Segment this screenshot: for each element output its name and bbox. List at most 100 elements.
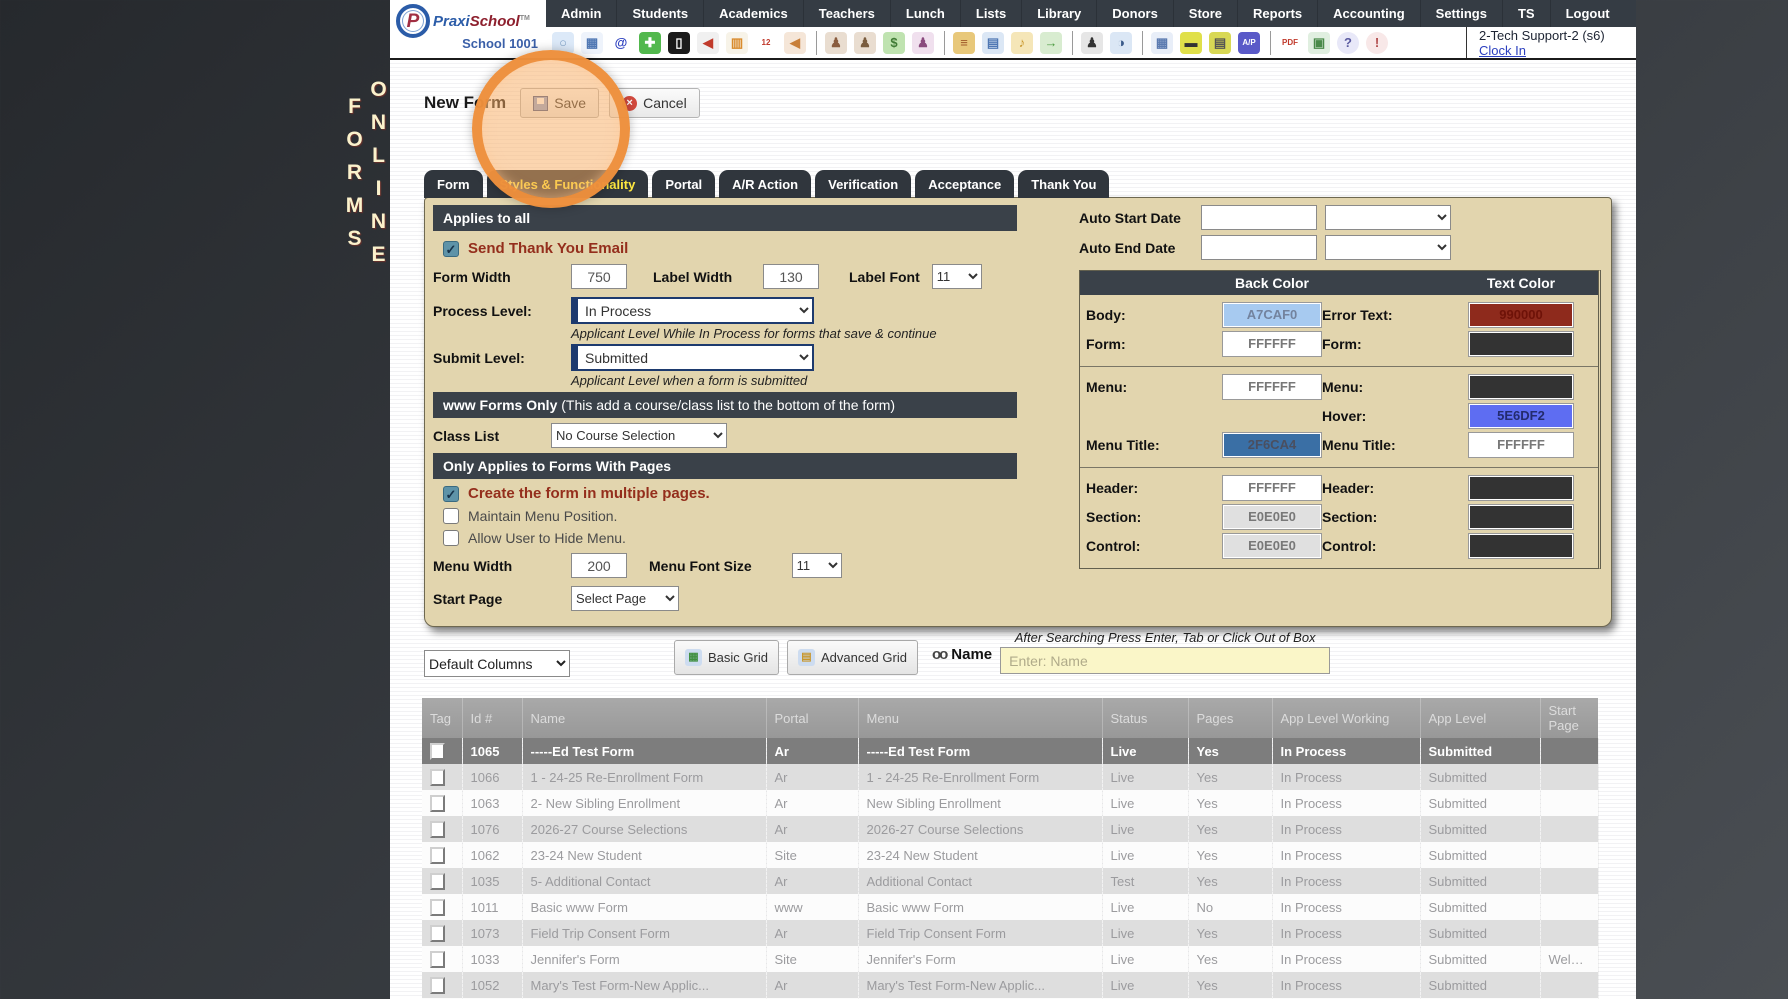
nav-item-logout[interactable]: Logout: [1549, 0, 1625, 27]
text-color-hover-swatch[interactable]: 5E6DF2: [1468, 403, 1574, 429]
grid-col-portal[interactable]: Portal: [766, 698, 859, 738]
grid-row-1063[interactable]: 1063 2- New Sibling Enrollment Ar New Sibli…: [422, 790, 1599, 816]
grid-row-1033[interactable]: 1033 Jennifer's Form Site Jennifer's Form Li…: [422, 946, 1599, 972]
save-button[interactable]: Save: [520, 88, 600, 118]
row-tag-checkbox[interactable]: [430, 898, 445, 916]
row-tag-checkbox[interactable]: [430, 768, 445, 786]
text-color-form-swatch[interactable]: [1468, 331, 1574, 357]
tab-a-r-action[interactable]: A/R Action: [719, 170, 812, 198]
person-icon[interactable]: ♟: [854, 31, 876, 54]
name-search-input[interactable]: [1000, 647, 1331, 674]
row-tag-checkbox[interactable]: [430, 794, 445, 812]
grid-row-1062[interactable]: 1062 23-24 New Student Site 23-24 New Stude…: [422, 842, 1599, 868]
back-color-section-swatch[interactable]: E0E0E0: [1222, 504, 1322, 530]
nav-item-library[interactable]: Library: [1021, 0, 1096, 27]
row-tag-checkbox[interactable]: [430, 924, 445, 942]
label-font-select[interactable]: 11: [931, 264, 982, 289]
export-icon[interactable]: →: [1040, 31, 1062, 54]
tab-acceptance[interactable]: Acceptance: [915, 170, 1015, 198]
grid-row-1035[interactable]: 1035 5- Additional Contact Ar Additional Co…: [422, 868, 1599, 894]
ap-icon[interactable]: A/P: [1238, 31, 1260, 54]
grid-col-app-level-working[interactable]: App Level Working: [1272, 698, 1421, 738]
tab-verification[interactable]: Verification: [815, 170, 912, 198]
text-color-header-swatch[interactable]: [1468, 475, 1574, 501]
money-icon[interactable]: $: [883, 31, 905, 54]
row-tag-checkbox[interactable]: [430, 950, 445, 968]
clock-icon[interactable]: ◑: [1110, 31, 1132, 54]
submit-level-select[interactable]: Submitted: [571, 344, 814, 371]
back-color-header-swatch[interactable]: FFFFFF: [1222, 475, 1322, 501]
chat-icon[interactable]: ✚: [639, 31, 661, 54]
auto-start-date-input[interactable]: [1201, 205, 1317, 230]
menu-font-select[interactable]: 11: [791, 553, 842, 578]
tab-portal[interactable]: Portal: [652, 170, 716, 198]
clock-in-link[interactable]: Clock In: [1479, 43, 1626, 58]
grid-row-1066[interactable]: 1066 1 - 24-25 Re-Enrollment Form Ar 1 - 24…: [422, 764, 1599, 790]
allow-hide-menu-checkbox[interactable]: [443, 530, 459, 546]
nav-item-settings[interactable]: Settings: [1419, 0, 1502, 27]
register-icon[interactable]: ▤: [1209, 31, 1231, 54]
nav-item-teachers[interactable]: Teachers: [802, 0, 890, 27]
nav-item-reports[interactable]: Reports: [1237, 0, 1317, 27]
row-tag-checkbox[interactable]: [430, 846, 445, 864]
phone-icon[interactable]: ▯: [668, 31, 690, 54]
row-tag-checkbox[interactable]: [430, 820, 445, 838]
grid-col-pages[interactable]: Pages: [1188, 698, 1273, 738]
process-level-select[interactable]: In Process: [571, 297, 814, 324]
nav-item-store[interactable]: Store: [1172, 0, 1237, 27]
multi-pages-checkbox[interactable]: ✓: [443, 485, 459, 502]
email-icon[interactable]: @: [610, 31, 632, 54]
help-icon[interactable]: ?: [1337, 31, 1359, 54]
back-color-body-swatch[interactable]: A7CAF0: [1222, 302, 1322, 328]
grid-col-status[interactable]: Status: [1102, 698, 1189, 738]
menu-width-input[interactable]: [571, 553, 627, 578]
grid-row-1011[interactable]: 1011 Basic www Form www Basic www Form Live N…: [422, 894, 1599, 920]
label-width-input[interactable]: [763, 264, 819, 289]
tab-styles-functionality[interactable]: Styles & Functionality: [486, 170, 649, 198]
calendar-grid-icon[interactable]: ▦: [581, 31, 603, 54]
row-tag-checkbox[interactable]: [430, 976, 445, 994]
grid-col-tag[interactable]: Tag: [422, 698, 463, 738]
lunch-icon[interactable]: ≡: [953, 31, 975, 54]
auto-start-date-select[interactable]: [1325, 205, 1451, 230]
row-tag-checkbox[interactable]: [430, 742, 445, 760]
row-tag-checkbox[interactable]: [430, 872, 445, 890]
calendar-date-icon[interactable]: 12: [755, 31, 777, 54]
grid-col-id-[interactable]: Id #: [462, 698, 523, 738]
nav-item-lunch[interactable]: Lunch: [889, 0, 960, 27]
cancel-button[interactable]: × Cancel: [609, 88, 700, 118]
grid-row-1052[interactable]: 1052 Mary's Test Form-New Applic... Ar Mary…: [422, 972, 1599, 998]
send-thank-you-checkbox[interactable]: ✓: [443, 240, 459, 257]
pdf-icon[interactable]: PDF: [1279, 31, 1301, 54]
nav-item-accounting[interactable]: Accounting: [1317, 0, 1420, 27]
schedule-icon[interactable]: ▥: [726, 31, 748, 54]
print-icon[interactable]: ▣: [1308, 31, 1330, 54]
tab-thank-you[interactable]: Thank You: [1018, 170, 1110, 198]
advanced-grid-button[interactable]: ▤ Advanced Grid: [786, 640, 918, 675]
grid-col-menu[interactable]: Menu: [858, 698, 1103, 738]
grid-col-name[interactable]: Name: [522, 698, 767, 738]
table-icon[interactable]: ▦: [1151, 31, 1173, 54]
class-list-select[interactable]: No Course Selection: [551, 423, 727, 448]
sound-icon[interactable]: ◀: [697, 31, 719, 54]
search-icon[interactable]: ○: [552, 31, 574, 54]
maintain-menu-checkbox[interactable]: [443, 508, 459, 524]
notebook-icon[interactable]: ▤: [982, 31, 1004, 54]
basic-grid-button[interactable]: ▦ Basic Grid: [674, 640, 779, 675]
back-color-form-swatch[interactable]: FFFFFF: [1222, 331, 1322, 357]
grid-col-start-page[interactable]: Start Page: [1540, 698, 1599, 738]
nav-item-students[interactable]: Students: [616, 0, 703, 27]
back-color-menu-title-swatch[interactable]: 2F6CA4: [1222, 432, 1322, 458]
nav-item-academics[interactable]: Academics: [703, 0, 803, 27]
megaphone-icon[interactable]: ◀: [784, 31, 806, 54]
back-color-control-swatch[interactable]: E0E0E0: [1222, 533, 1322, 559]
text-color-menu-swatch[interactable]: [1468, 374, 1574, 400]
alert-icon[interactable]: !: [1366, 31, 1388, 54]
back-color-menu-swatch[interactable]: FFFFFF: [1222, 374, 1322, 400]
tab-form[interactable]: Form: [424, 170, 483, 198]
grid-row-1076[interactable]: 1076 2026-27 Course Selections Ar 2026-27 C…: [422, 816, 1599, 842]
staff-icon[interactable]: ♟: [1081, 31, 1103, 54]
card-icon[interactable]: ▬: [1180, 31, 1202, 54]
auto-end-date-input[interactable]: [1201, 235, 1317, 260]
nav-item-ts[interactable]: TS: [1501, 0, 1550, 27]
